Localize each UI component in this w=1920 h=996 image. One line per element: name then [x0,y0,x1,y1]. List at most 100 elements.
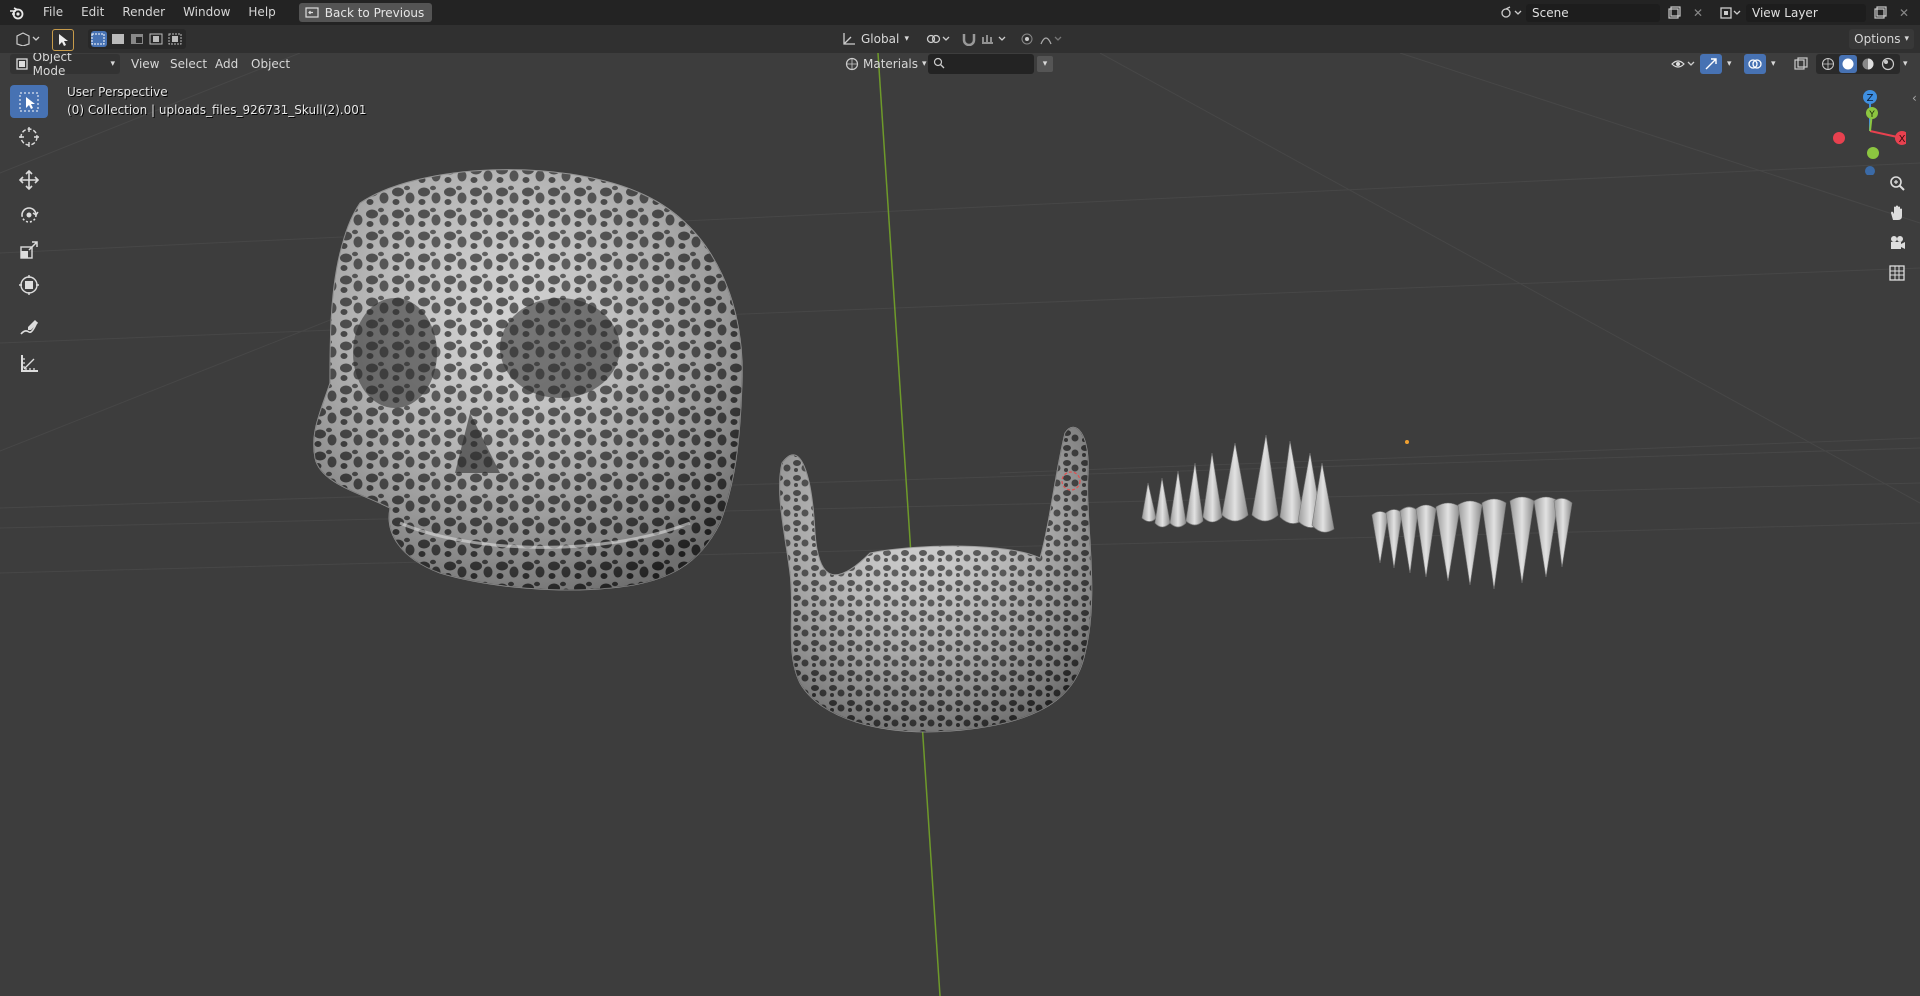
shading-mode-group [1816,54,1900,74]
proportional-editing-toggle[interactable] [1014,29,1068,49]
selection-mode-group [88,29,186,49]
gizmo-toggle[interactable] [1700,54,1722,74]
rendered-shading-icon[interactable] [1879,55,1897,73]
pan-hand-icon[interactable] [1884,200,1910,226]
menu-object[interactable]: Object [246,54,295,74]
back-to-previous-button[interactable]: Back to Previous [298,3,433,22]
options-dropdown[interactable]: Options ▾ [1849,29,1914,49]
search-options-chevron-icon[interactable]: ▾ [1037,56,1053,72]
gizmo-neg-y-axis[interactable] [1867,147,1879,159]
transform-icon [19,274,39,295]
annotate-tool[interactable] [10,311,48,344]
jaw-mesh[interactable] [779,426,1093,733]
object-mode-dropdown[interactable]: Object Mode ▾ [10,53,120,78]
move-arrows-icon [18,169,40,190]
perspective-label: User Perspective [67,85,168,99]
wireframe-shading-icon[interactable] [1819,55,1837,73]
pivot-point-dropdown[interactable] [920,29,956,49]
overlays-dropdown-chevron-icon[interactable]: ▾ [1766,54,1781,74]
select-tool-mode-icon[interactable] [52,29,74,51]
measure-ruler-icon [21,354,38,372]
menu-edit[interactable]: Edit [72,0,113,25]
editor-type-button[interactable] [10,29,46,49]
menu-view[interactable]: View [126,54,164,74]
falloff-curve-icon [1040,36,1062,45]
menu-add[interactable]: Add [210,54,243,74]
delete-scene-icon[interactable]: ✕ [1688,4,1708,22]
select-new-icon[interactable] [91,31,107,47]
back-to-previous-label: Back to Previous [324,5,425,20]
zoom-icon[interactable] [1884,170,1910,196]
select-extend-icon[interactable] [110,31,126,47]
select-subtract-icon[interactable] [129,31,145,47]
lower-teeth-mesh[interactable] [1371,496,1573,590]
transform-orientation-dropdown[interactable]: Global ▾ [836,29,914,49]
cursor-crosshair-icon [19,126,39,147]
gizmo-x-label: X [1899,134,1906,145]
view-layer-selector-icon[interactable] [1720,4,1742,22]
view-layer-name-field[interactable]: View Layer [1746,3,1866,22]
eye-icon [1671,60,1695,68]
snap-increment-icon [982,35,1006,44]
gizmo-dropdown-chevron-icon[interactable]: ▾ [1722,54,1737,74]
transform-orientation-label: Global [861,32,900,46]
menu-file[interactable]: File [34,0,72,25]
select-intersect-icon[interactable] [167,31,183,47]
select-invert-icon[interactable] [148,31,164,47]
menu-render[interactable]: Render [113,0,174,25]
materials-label: Materials [863,57,919,71]
xray-toggle[interactable] [1790,54,1812,74]
select-box-tool[interactable] [10,85,48,118]
object-mode-icon [16,58,28,70]
orthographic-grid-icon[interactable] [1884,260,1910,286]
cursor-tool[interactable] [10,120,48,153]
orientation-axes-icon [843,33,855,45]
object-visibility-dropdown[interactable] [1666,54,1700,74]
skull-mesh[interactable] [313,169,743,591]
left-toolbar [10,85,48,381]
chevron-down-icon: ▾ [922,59,927,69]
menu-select[interactable]: Select [165,54,212,74]
y-axis-line [877,53,941,996]
object-mode-label: Object Mode [32,53,72,78]
blender-logo-icon[interactable] [0,0,34,25]
back-screen-icon [305,6,319,18]
material-search-input[interactable] [928,54,1034,74]
overlays-icon [1748,59,1762,69]
new-view-layer-icon[interactable] [1870,4,1890,22]
menu-help[interactable]: Help [239,0,284,25]
annotate-pencil-icon [20,319,38,335]
scene-selector-icon[interactable] [1500,4,1522,22]
navigation-gizmo[interactable]: Z Y X [1826,85,1906,175]
measure-tool[interactable] [10,346,48,379]
material-preview-shading-icon[interactable] [1859,55,1877,73]
chevron-down-icon: ▾ [1904,34,1909,44]
gizmo-neg-z-axis[interactable] [1865,166,1875,175]
new-scene-icon[interactable] [1664,4,1684,22]
scene-name-field[interactable]: Scene [1526,3,1660,22]
menu-window[interactable]: Window [174,0,239,25]
gizmo-neg-x-axis[interactable] [1833,132,1845,144]
xray-icon [1794,57,1808,70]
select-cursor-icon [19,92,39,111]
camera-view-icon[interactable] [1884,230,1910,256]
3d-viewport[interactable]: Object Mode ▾ View Select Add Object Mat… [0,53,1920,996]
gizmo-arrow-icon [1705,58,1717,70]
shading-dropdown-chevron-icon[interactable]: ▾ [1898,54,1913,74]
overlays-toggle[interactable] [1744,54,1766,74]
rotate-tool[interactable] [10,198,48,231]
materials-dropdown[interactable]: Materials ▾ [840,54,932,74]
sidebar-toggle-chevron-icon[interactable]: ‹ [1912,91,1917,105]
move-tool[interactable] [10,163,48,196]
scale-tool[interactable] [10,233,48,266]
upper-teeth-mesh[interactable] [1141,434,1335,533]
transform-tool[interactable] [10,268,48,301]
delete-view-layer-icon[interactable]: ✕ [1894,4,1914,22]
chevron-down-icon: ▾ [110,59,115,69]
tool-settings-header: Global ▾ Options ▾ [0,25,1920,53]
solid-shading-icon[interactable] [1839,55,1857,73]
gizmo-z-label: Z [1867,93,1874,104]
proportional-dot-icon [1021,33,1033,45]
snap-toggle[interactable] [956,29,1014,49]
blender-window: File Edit Render Window Help Back to Pre… [0,0,1920,996]
